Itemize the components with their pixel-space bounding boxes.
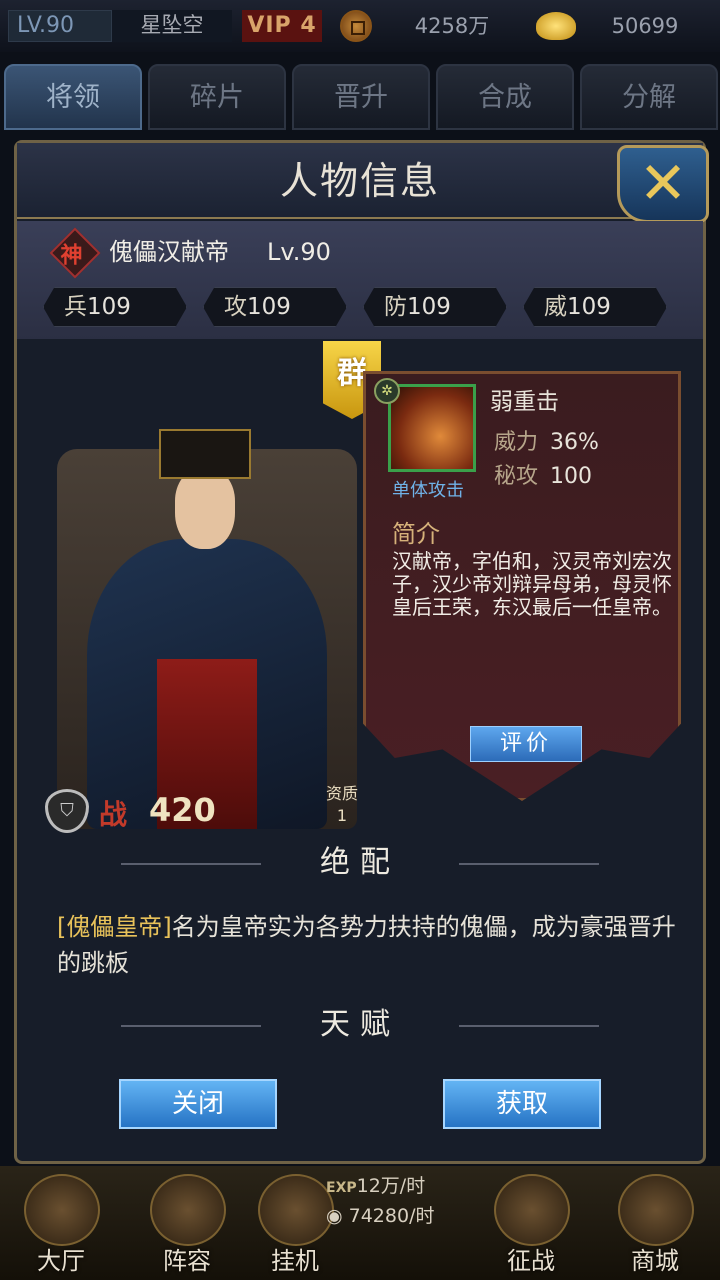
nav-label: 征战 [507,1247,555,1275]
face-image [175,469,235,549]
obtain-button[interactable]: 获取 [443,1079,601,1129]
stat-label: 防 [384,294,407,320]
tab-fragments[interactable]: 碎片 [148,64,286,130]
hall-icon [24,1174,100,1246]
rarity-label: 神 [60,243,83,269]
stat-troops: 兵109 [43,287,187,327]
gold-ingot-icon [536,12,576,40]
power-label: 战 [99,798,128,831]
gold-amount: 50699 [611,14,679,38]
skill-power-row: 威力 36% [494,424,599,456]
player-level: LV.90 [8,10,112,42]
hero-name: 傀儡汉献帝 [109,238,229,266]
skill-power-value: 36% [550,430,599,455]
skill-name: 弱重击 [490,389,559,415]
quality-value: 1 [336,806,348,825]
tab-generals[interactable]: 将领 [4,64,142,130]
nav-label: 阵容 [163,1247,211,1275]
stat-label: 兵 [64,294,87,320]
skill-icon[interactable] [388,384,476,472]
stat-label: 攻 [224,294,247,320]
coin-amount: 4258万 [414,14,490,38]
top-status-bar: LV.90 星坠空 VIP 4 4258万 50699 [0,0,720,52]
match-title: 绝配 [320,845,400,880]
shop-icon [618,1174,694,1246]
stat-value: 109 [87,294,131,320]
tab-compose[interactable]: 合成 [436,64,574,130]
skill-secret-row: 秘攻 100 [494,458,592,490]
stat-value: 109 [567,294,611,320]
copper-coin-icon [340,10,372,42]
crown-image [159,429,251,479]
stat-value: 109 [247,294,291,320]
hero-header: 神 傀儡汉献帝 Lv.90 兵109 攻109 防109 威109 [17,221,703,339]
intro-title: 简介 [392,520,440,548]
player-name: 星坠空 [112,10,232,42]
rarity-badge: 神 [49,227,101,279]
skill-power-label: 威力 [494,430,539,455]
nav-hall[interactable]: 大厅 [6,1170,116,1280]
hero-card: 群 ✲ 单体攻击 弱重击 威力 36% 秘攻 100 简介 汉献帝，字伯和，汉灵帝刘… [39,339,681,859]
talent-section-header: 天赋 [17,1001,703,1051]
coin-rate: 74280/时 [348,1205,435,1227]
skill-secret-value: 100 [550,464,593,489]
stat-prestige: 威109 [523,287,667,327]
nav-lineup[interactable]: 阵容 [132,1170,242,1280]
exp-rate-row: EXP12万/时 [326,1172,456,1202]
match-section-header: 绝配 [17,839,703,889]
exp-tag: EXP [326,1180,357,1196]
panel-title: 人物信息 [17,143,703,219]
rate-button[interactable]: 评价 [470,726,582,762]
talent-title: 天赋 [320,1007,400,1042]
stat-value: 109 [407,294,451,320]
exp-rate: 12万/时 [356,1175,426,1197]
nav-label: 商城 [631,1247,679,1275]
hero-level: Lv.90 [267,238,331,266]
skill-banner: ✲ 单体攻击 弱重击 威力 36% 秘攻 100 简介 汉献帝，字伯和，汉灵帝刘宏次… [363,371,681,801]
tab-decompose[interactable]: 分解 [580,64,718,130]
lineup-icon [150,1174,226,1246]
stat-defense: 防109 [363,287,507,327]
vip-badge[interactable]: VIP 4 [242,10,322,42]
coin-rate-row: ◉ 74280/时 [326,1202,456,1230]
combat-power: ⛉ 战 420 [45,789,345,835]
intro-text: 汉献帝，字伯和，汉灵帝刘宏次子，汉少帝刘辩异母弟，母灵怀皇后王荣，东汉最后一任皇… [392,549,672,619]
swords-icon [494,1174,570,1246]
category-tabs: 将领 碎片 晋升 合成 分解 [0,64,720,132]
hero-portrait[interactable] [47,409,367,839]
coin-icon: ◉ [326,1205,349,1227]
nav-campaign[interactable]: 征战 [476,1170,586,1280]
hourglass-icon [258,1174,334,1246]
match-highlight: [傀儡皇帝] [57,913,172,941]
quality-badge: 资质 1 [319,783,365,839]
stat-attack: 攻109 [203,287,347,327]
tab-promote[interactable]: 晋升 [292,64,430,130]
nav-shop[interactable]: 商城 [600,1170,710,1280]
stat-label: 威 [544,294,567,320]
sun-icon: ✲ [374,378,400,404]
idle-rates: EXP12万/时 ◉ 74280/时 [326,1172,456,1262]
skill-secret-label: 秘攻 [494,464,539,489]
quality-label: 资质 [325,784,358,803]
nav-label: 大厅 [37,1247,85,1275]
character-info-panel: 人物信息 ✕ 神 傀儡汉献帝 Lv.90 兵109 攻109 防109 威109… [14,140,709,1164]
match-description: [傀儡皇帝]名为皇帝实为各势力扶持的傀儡，成为豪强晋升的跳板 [57,909,677,981]
shield-icon: ⛉ [45,789,89,833]
skill-type: 单体攻击 [392,480,464,501]
power-value: 420 [149,791,216,829]
close-button[interactable]: 关闭 [119,1079,277,1129]
close-icon[interactable]: ✕ [617,145,709,223]
